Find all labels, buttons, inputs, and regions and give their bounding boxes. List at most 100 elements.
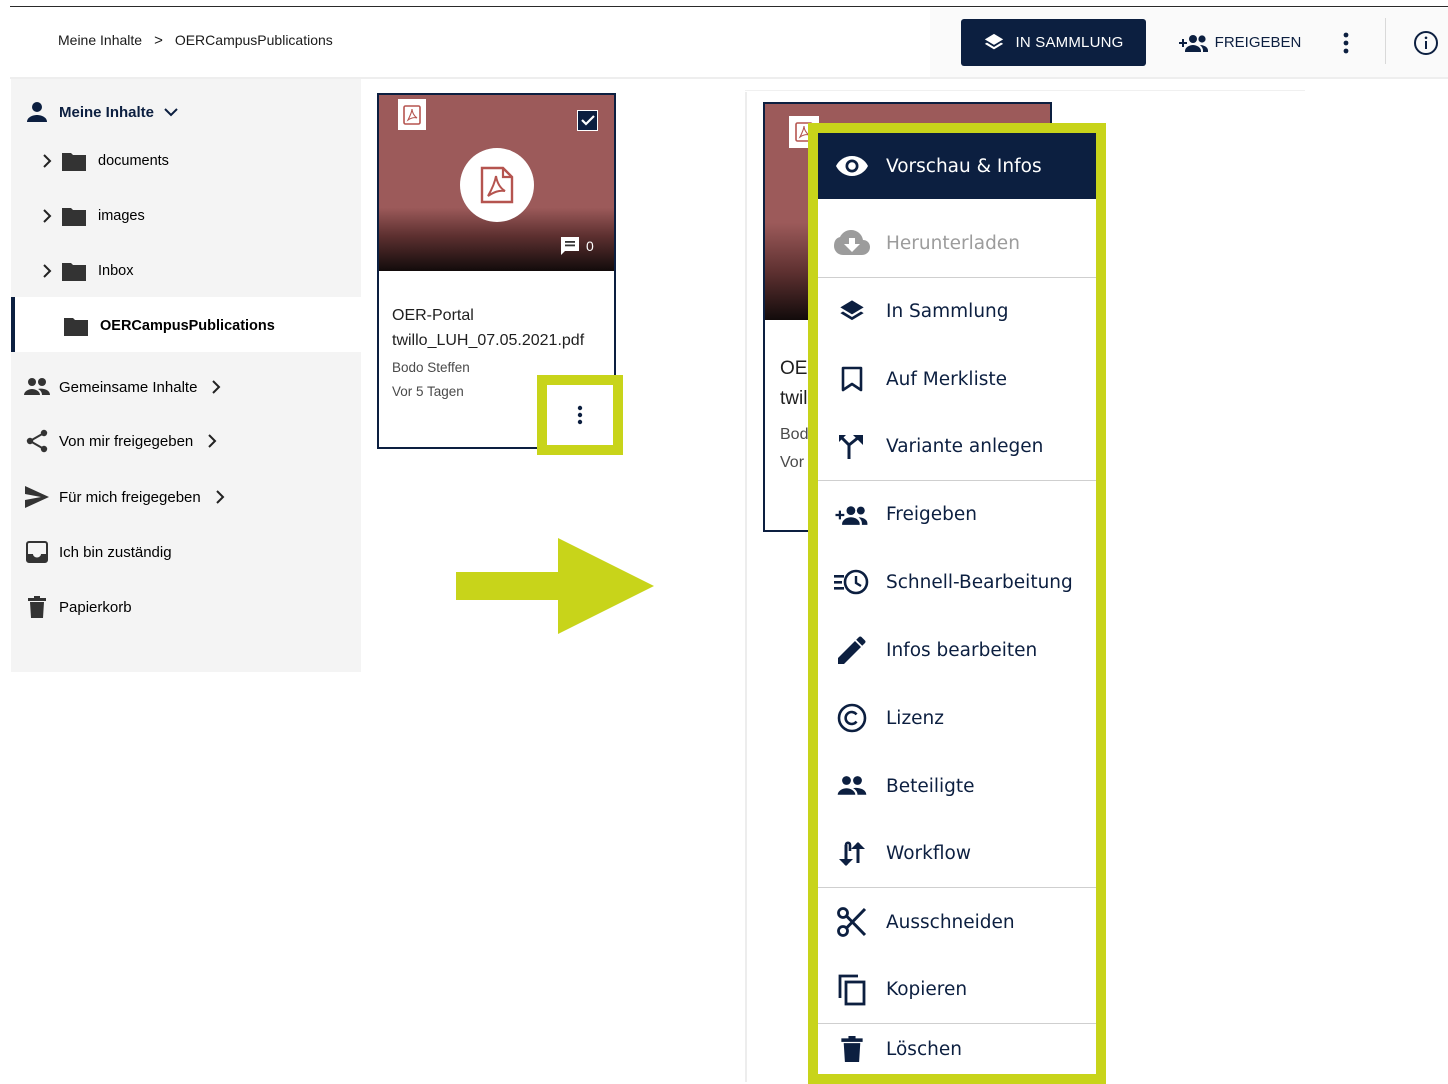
card-title-line: OER-Portal <box>392 307 474 324</box>
sidebar-item-shared-with-me[interactable]: Für mich freigegeben <box>25 484 225 510</box>
more-vert-icon[interactable] <box>577 405 583 425</box>
copy-icon <box>818 974 886 1006</box>
menu-item-quick-edit[interactable]: Schnell-Bearbeitung <box>818 548 1096 616</box>
share-label: FREIGEBEN <box>1214 34 1302 51</box>
card-date: Vor <box>780 454 805 471</box>
menu-item-share[interactable]: Freigeben <box>818 481 1096 548</box>
sidebar-shared-content-label: Gemeinsame Inhalte <box>59 378 198 396</box>
checkbox-checked-icon[interactable] <box>577 110 598 131</box>
person-icon <box>27 102 47 122</box>
comment-icon <box>561 237 579 255</box>
chevron-right-icon <box>212 380 221 394</box>
folder-label: Inbox <box>98 263 134 279</box>
menu-item-contributors[interactable]: Beteiligte <box>818 752 1096 820</box>
sidebar-shared-by-me-label: Von mir freigegeben <box>59 432 194 450</box>
trash-icon <box>28 596 46 618</box>
chevron-right-icon <box>43 209 52 223</box>
panel-top-line <box>745 90 1305 91</box>
menu-item-cut[interactable]: Ausschneiden <box>818 888 1096 956</box>
breadcrumb-current[interactable]: OERCampusPublications <box>175 32 333 48</box>
card-thumbnail[interactable]: 0 <box>379 95 614 271</box>
menu-item-label: Beteiligte <box>886 775 975 797</box>
cloud-download-icon <box>818 230 886 256</box>
info-icon[interactable] <box>1412 29 1440 57</box>
sidebar-item-shared-content[interactable]: Gemeinsame Inhalte <box>24 374 221 400</box>
group-add-icon <box>1178 34 1208 52</box>
menu-item-variant[interactable]: Variante anlegen <box>818 413 1096 480</box>
share-button[interactable]: FREIGEBEN <box>1172 19 1308 66</box>
people-icon <box>24 378 50 395</box>
menu-item-label: Variante anlegen <box>886 436 1044 457</box>
sidebar-responsible-label: Ich bin zuständig <box>59 543 172 561</box>
folder-label: images <box>98 208 145 224</box>
folder-icon <box>64 318 88 336</box>
menu-item-license[interactable]: Lizenz <box>818 684 1096 752</box>
folder-label: OERCampusPublications <box>100 318 275 334</box>
sidebar-folder-oercampuspublications[interactable]: OERCampusPublications <box>64 313 275 339</box>
comment-count[interactable]: 0 <box>560 236 594 256</box>
pencil-icon <box>818 636 886 664</box>
card-date: Vor 5 Tagen <box>392 384 464 399</box>
menu-item-in-collection[interactable]: In Sammlung <box>818 278 1096 345</box>
sidebar-folder-inbox[interactable]: Inbox <box>42 258 133 284</box>
inbox-icon <box>26 541 48 563</box>
header-divider <box>1385 18 1386 64</box>
card-author: Bod <box>780 426 809 443</box>
breadcrumb-root[interactable]: Meine Inhalte <box>58 32 142 48</box>
menu-item-label: Auf Merkliste <box>886 368 1007 390</box>
sidebar-item-my-content[interactable]: Meine Inhalte <box>25 100 178 124</box>
menu-item-label: Freigeben <box>886 504 977 525</box>
in-collection-button[interactable]: IN SAMMLUNG <box>961 19 1146 66</box>
layers-icon <box>818 298 886 326</box>
sidebar-item-responsible[interactable]: Ich bin zuständig <box>26 539 172 565</box>
menu-item-bookmark[interactable]: Auf Merkliste <box>818 345 1096 413</box>
swap-vert-icon <box>818 840 886 867</box>
people-icon <box>818 775 886 797</box>
pdf-icon <box>460 148 534 222</box>
card-title[interactable]: OER-Portal twillo_LUH_07.05.2021.pdf <box>392 303 584 353</box>
card-title-line: OE <box>780 358 808 379</box>
menu-item-label: Infos bearbeiten <box>886 639 1038 661</box>
folder-icon <box>62 208 86 226</box>
sidebar-item-shared-by-me[interactable]: Von mir freigegeben <box>25 428 217 454</box>
fork-icon <box>818 434 886 460</box>
menu-item-label: Schnell-Bearbeitung <box>886 571 1073 593</box>
chevron-right-icon <box>208 434 217 448</box>
menu-item-copy[interactable]: Kopieren <box>818 956 1096 1023</box>
menu-item-delete[interactable]: Löschen <box>818 1024 1096 1074</box>
menu-item-label: Löschen <box>886 1038 962 1060</box>
sidebar-folder-images[interactable]: images <box>42 203 145 229</box>
share-icon <box>26 429 48 453</box>
trash-icon <box>818 1036 886 1062</box>
sidebar-my-content-label: Meine Inhalte <box>59 103 155 121</box>
chevron-right-icon: > <box>154 31 163 49</box>
bookmark-icon <box>818 366 886 392</box>
menu-item-label: Workflow <box>886 843 971 864</box>
layers-icon <box>985 33 1004 49</box>
card-title-line: twillo_LUH_07.05.2021.pdf <box>392 332 585 349</box>
comment-count-value: 0 <box>586 238 594 254</box>
folder-icon <box>62 153 86 171</box>
card-menu-button-highlight[interactable] <box>537 375 623 455</box>
chevron-right-icon <box>216 490 225 504</box>
panel-divider <box>745 92 747 1082</box>
menu-item-workflow[interactable]: Workflow <box>818 820 1096 887</box>
menu-item-label: Lizenz <box>886 707 944 729</box>
in-collection-label: IN SAMMLUNG <box>1015 34 1124 51</box>
chevron-right-icon <box>43 154 52 168</box>
sidebar-folder-documents[interactable]: documents <box>42 148 169 174</box>
sidebar-item-trash[interactable]: Papierkorb <box>28 594 132 620</box>
copyright-icon <box>818 703 886 733</box>
menu-item-label: In Sammlung <box>886 301 1009 322</box>
more-vert-icon[interactable] <box>1331 28 1361 58</box>
menu-item-edit-info[interactable]: Infos bearbeiten <box>818 616 1096 684</box>
menu-item-label: Kopieren <box>886 979 968 1000</box>
quick-edit-icon <box>818 568 886 596</box>
sidebar-shared-with-me-label: Für mich freigegeben <box>59 488 201 506</box>
menu-item-download[interactable]: Herunterladen <box>818 209 1096 277</box>
menu-item-preview[interactable]: Vorschau & Infos <box>818 133 1096 199</box>
folder-label: documents <box>98 153 169 169</box>
chevron-down-icon <box>164 108 178 117</box>
menu-item-label: Ausschneiden <box>886 911 1015 933</box>
scissors-icon <box>818 907 886 937</box>
